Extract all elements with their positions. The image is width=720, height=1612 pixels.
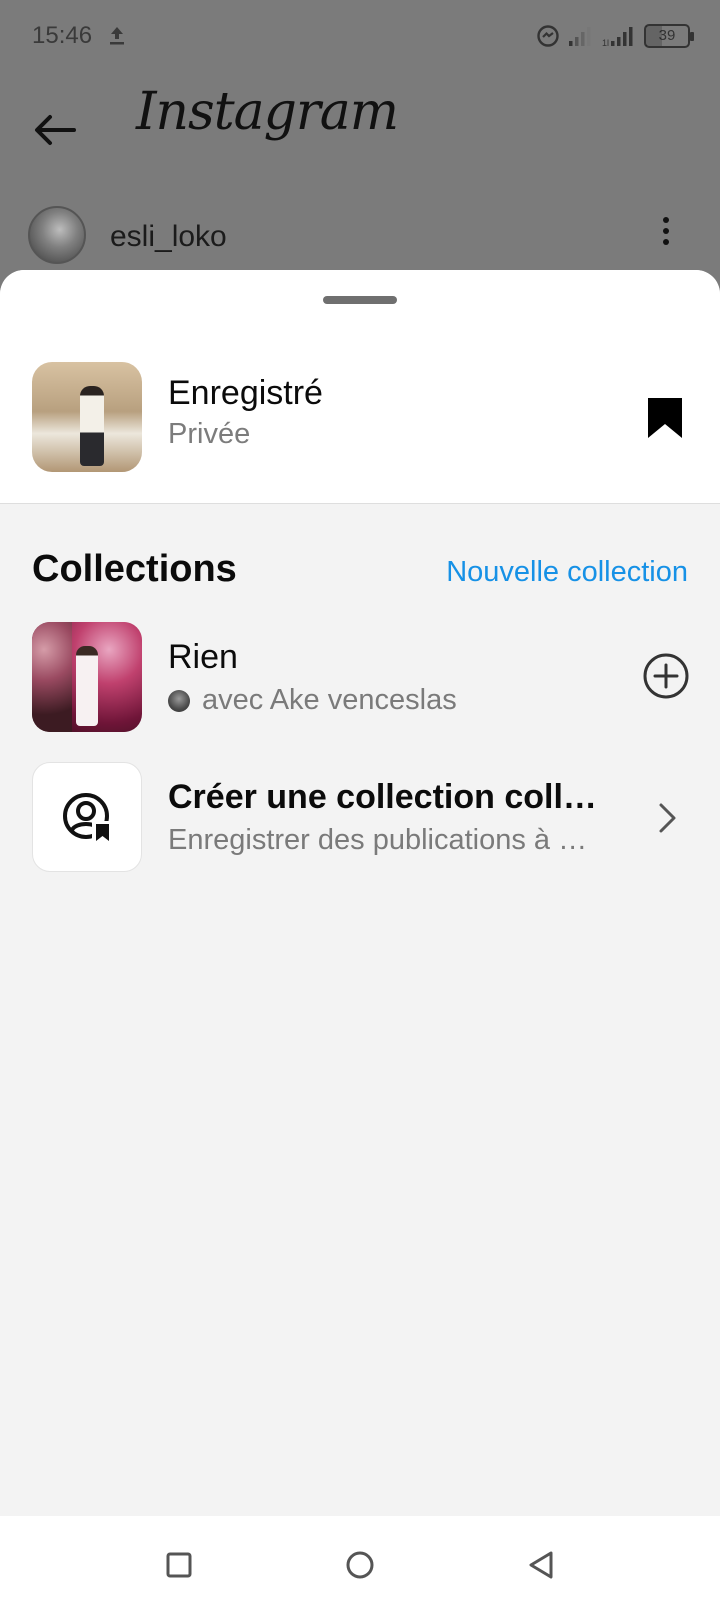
recent-apps-icon[interactable] [160, 1546, 198, 1584]
status-bar: 15:46 1l 39 [0, 0, 720, 72]
signal-icon [569, 27, 591, 46]
system-nav-bar [0, 1516, 720, 1612]
saved-section[interactable]: Enregistré Privée [0, 270, 720, 504]
collab-collection-thumbnail [32, 762, 142, 872]
bookmark-filled-icon[interactable] [646, 396, 684, 440]
create-collection-title: Créer une collection colla… [168, 778, 608, 816]
collections-title: Collections [32, 548, 237, 590]
messenger-bubble-icon [537, 25, 559, 47]
collection-thumbnail [32, 622, 142, 732]
create-collection-subtitle: Enregistrer des publications à … [168, 824, 588, 856]
battery-icon: 39 [644, 24, 694, 48]
collaborator-avatar [168, 689, 190, 712]
save-bottom-sheet: Enregistré Privée Collections Nouvelle c… [0, 270, 720, 1516]
back-arrow-icon[interactable] [28, 102, 84, 158]
collection-item[interactable]: Rien avec Ake venceslas [0, 622, 720, 762]
back-triangle-icon[interactable] [522, 1546, 560, 1584]
instagram-logo: Instagram [136, 82, 399, 142]
home-icon[interactable] [341, 1546, 379, 1584]
status-icons: 1l 39 [536, 20, 694, 52]
avatar[interactable] [28, 206, 86, 264]
collections-header: Collections Nouvelle collection [0, 504, 720, 622]
collection-collaborators: avec Ake venceslas [168, 684, 457, 717]
saved-title: Enregistré [168, 374, 323, 412]
collection-name: Rien [168, 638, 238, 676]
svg-text:1l: 1l [602, 38, 609, 48]
upload-icon [110, 27, 124, 45]
post-header: esli_loko [0, 198, 720, 268]
collaborators-text: avec Ake venceslas [202, 684, 457, 716]
app-top-bar: Instagram [0, 72, 720, 192]
signal-icon: 1l [602, 27, 633, 48]
create-collab-collection-item[interactable]: Créer une collection colla… Enregistrer … [0, 762, 720, 902]
status-time: 15:46 [32, 22, 93, 49]
saved-thumbnail [32, 362, 142, 472]
chevron-right-icon[interactable] [656, 800, 680, 836]
saved-privacy: Privée [168, 418, 251, 450]
collab-bookmark-icon [63, 793, 112, 843]
screen: 15:46 1l 39 Instagram esli_loko Enregist… [0, 0, 720, 1612]
more-options-icon[interactable] [656, 214, 676, 250]
new-collection-button[interactable]: Nouvelle collection [446, 556, 688, 589]
post-username[interactable]: esli_loko [110, 220, 227, 254]
drag-handle[interactable] [323, 296, 397, 304]
plus-circle-icon[interactable] [642, 652, 690, 700]
